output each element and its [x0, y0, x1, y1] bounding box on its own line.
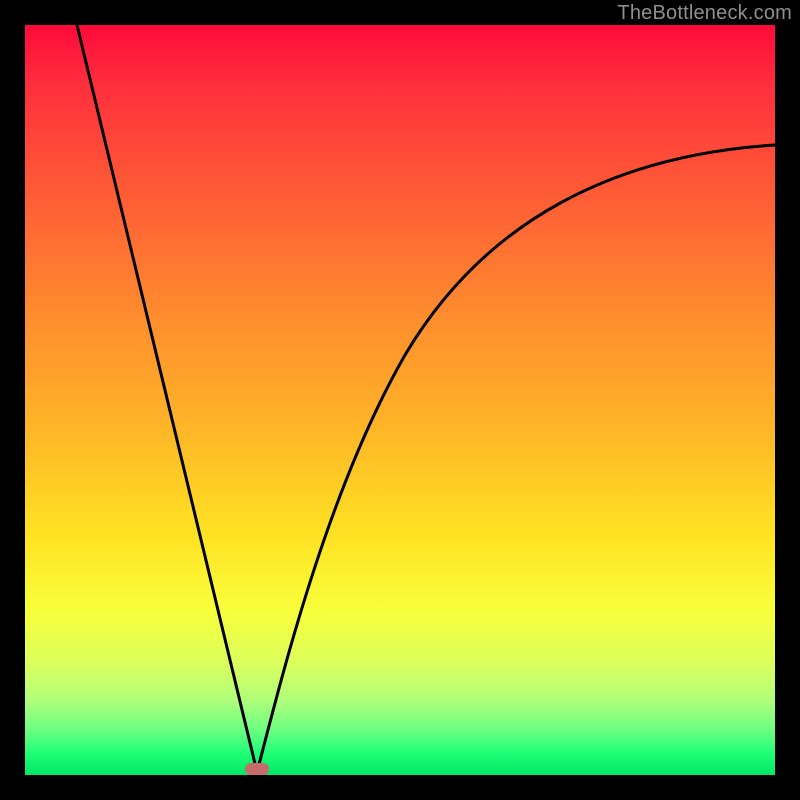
- curve-left-branch: [77, 25, 257, 772]
- plot-area: [25, 25, 775, 775]
- curve-right-branch: [257, 145, 775, 772]
- watermark-text: TheBottleneck.com: [617, 2, 792, 25]
- bottleneck-curve: [25, 25, 775, 775]
- chart-frame: TheBottleneck.com: [0, 0, 800, 800]
- minimum-marker: [245, 763, 269, 775]
